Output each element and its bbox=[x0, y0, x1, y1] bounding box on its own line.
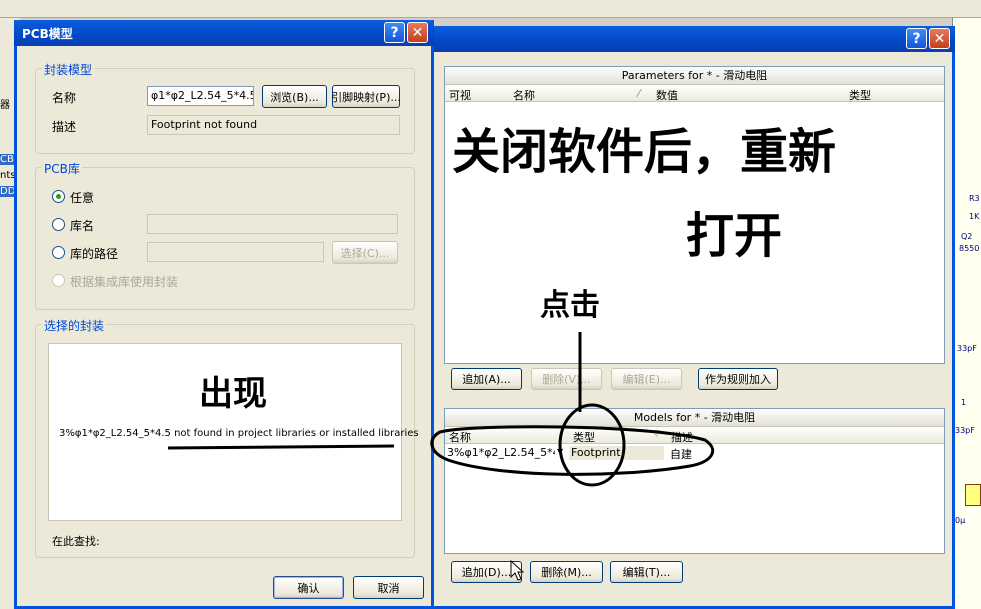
underline-message bbox=[167, 444, 395, 450]
annotation-strokes bbox=[167, 332, 715, 487]
mouse-cursor-icon bbox=[510, 560, 524, 581]
circle-model-row bbox=[430, 425, 715, 476]
